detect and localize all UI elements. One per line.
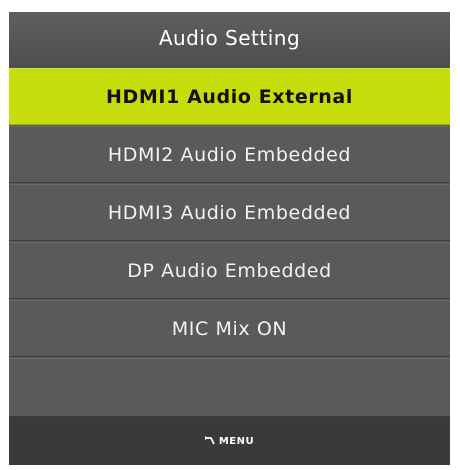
menu-item-dp-audio[interactable]: DP Audio Embedded bbox=[9, 242, 450, 299]
menu-item-mic-mix[interactable]: MIC Mix ON bbox=[9, 300, 450, 357]
menu-item-hdmi2-audio[interactable]: HDMI2 Audio Embedded bbox=[9, 126, 450, 183]
menu-item-hdmi3-audio[interactable]: HDMI3 Audio Embedded bbox=[9, 184, 450, 241]
menu-item-empty bbox=[9, 358, 450, 417]
menu-title: Audio Setting bbox=[9, 12, 450, 68]
menu-footer-back-button[interactable]: MENU bbox=[9, 417, 450, 465]
audio-setting-menu: Audio Setting HDMI1 Audio External HDMI2… bbox=[9, 12, 450, 465]
menu-item-hdmi1-audio[interactable]: HDMI1 Audio External bbox=[9, 68, 450, 125]
menu-footer-label: MENU bbox=[218, 435, 255, 447]
return-arrow-icon bbox=[204, 436, 215, 446]
